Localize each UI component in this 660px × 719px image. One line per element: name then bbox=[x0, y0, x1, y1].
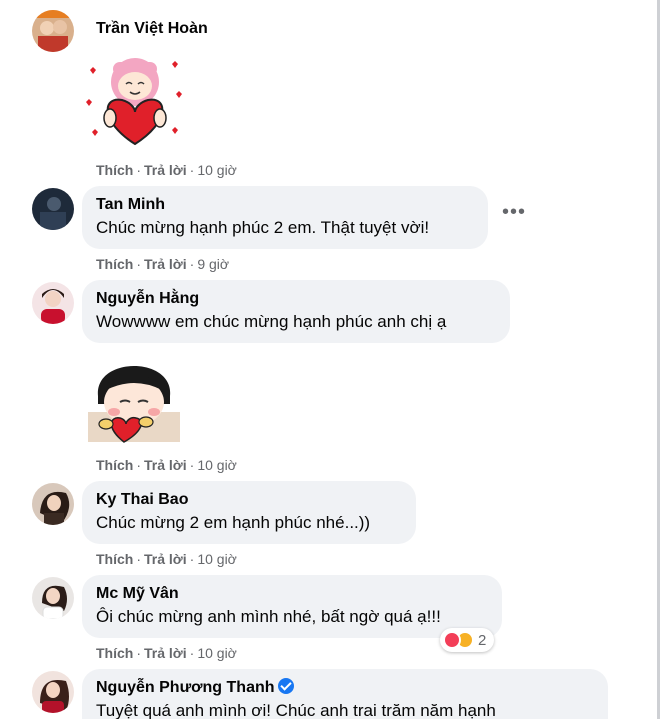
comment-text: Chúc mừng hạnh phúc 2 em. Thật tuyệt vời… bbox=[96, 218, 430, 237]
comment-text: Ôi chúc mừng anh mình nhé, bất ngờ quá ạ… bbox=[96, 607, 441, 626]
commenter-name[interactable]: Nguyễn Hằng bbox=[96, 289, 496, 309]
comment-time[interactable]: 9 giờ bbox=[197, 256, 229, 272]
comment-actions: Thích · Trả lời · 10 giờ bbox=[96, 645, 237, 661]
comment-actions: Thích · Trả lời · 10 giờ bbox=[96, 551, 237, 567]
avatar[interactable] bbox=[32, 188, 74, 230]
reaction-count: 2 bbox=[478, 631, 487, 649]
comment-actions: Thích · Trả lời · 10 giờ bbox=[96, 457, 237, 473]
commenter-name[interactable]: Mc Mỹ Vân bbox=[96, 584, 488, 604]
reply-link[interactable]: Trả lời bbox=[144, 256, 187, 272]
commenter-name[interactable]: Nguyễn Phương Thanh bbox=[96, 678, 594, 698]
comment-bubble: Nguyễn Phương Thanh Tuyệt quá anh mình ơ… bbox=[82, 669, 608, 719]
avatar[interactable] bbox=[32, 10, 74, 52]
comment-time[interactable]: 10 giờ bbox=[197, 551, 237, 567]
reply-link[interactable]: Trả lời bbox=[144, 457, 187, 473]
comment-actions: Thích · Trả lời · 10 giờ bbox=[96, 162, 237, 178]
avatar[interactable] bbox=[32, 282, 74, 324]
heart-reaction-icon bbox=[443, 631, 461, 649]
shy-girl-heart-sticker bbox=[84, 346, 184, 451]
like-link[interactable]: Thích bbox=[96, 551, 133, 567]
like-link[interactable]: Thích bbox=[96, 256, 133, 272]
like-link[interactable]: Thích bbox=[96, 645, 133, 661]
like-link[interactable]: Thích bbox=[96, 162, 133, 178]
comment-bubble: Tan Minh Chúc mừng hạnh phúc 2 em. Thật … bbox=[82, 186, 488, 249]
comment-actions: Thích · Trả lời · 9 giờ bbox=[96, 256, 230, 272]
reaction-summary[interactable]: 2 bbox=[440, 628, 495, 652]
comment-bubble: Ky Thai Bao Chúc mừng 2 em hạnh phúc nhé… bbox=[82, 481, 416, 544]
like-link[interactable]: Thích bbox=[96, 457, 133, 473]
comment-bubble: Mc Mỹ Vân Ôi chúc mừng anh mình nhé, bất… bbox=[82, 575, 502, 638]
comment-time[interactable]: 10 giờ bbox=[197, 162, 237, 178]
comment-text: Chúc mừng 2 em hạnh phúc nhé...)) bbox=[96, 513, 371, 532]
avatar[interactable] bbox=[32, 577, 74, 619]
reply-link[interactable]: Trả lời bbox=[144, 162, 187, 178]
avatar[interactable] bbox=[32, 483, 74, 525]
more-options-icon[interactable]: ••• bbox=[500, 202, 528, 225]
reply-link[interactable]: Trả lời bbox=[144, 645, 187, 661]
comment-bubble: Nguyễn Hằng Wowwww em chúc mừng hạnh phú… bbox=[82, 280, 510, 343]
comment-text: Tuyệt quá anh mình ơi! Chúc anh trai tră… bbox=[96, 701, 496, 719]
comment-text: Wowwww em chúc mừng hạnh phúc anh chị ạ bbox=[96, 312, 447, 331]
comment-time[interactable]: 10 giờ bbox=[197, 457, 237, 473]
comment-time[interactable]: 10 giờ bbox=[197, 645, 237, 661]
commenter-name[interactable]: Ky Thai Bao bbox=[96, 490, 402, 510]
commenter-name[interactable]: Trần Việt Hoàn bbox=[96, 19, 208, 39]
avatar[interactable] bbox=[32, 671, 74, 713]
heart-hug-girl-sticker bbox=[80, 52, 190, 157]
commenter-name[interactable]: Tan Minh bbox=[96, 195, 474, 215]
reply-link[interactable]: Trả lời bbox=[144, 551, 187, 567]
verified-badge-icon bbox=[277, 678, 294, 694]
